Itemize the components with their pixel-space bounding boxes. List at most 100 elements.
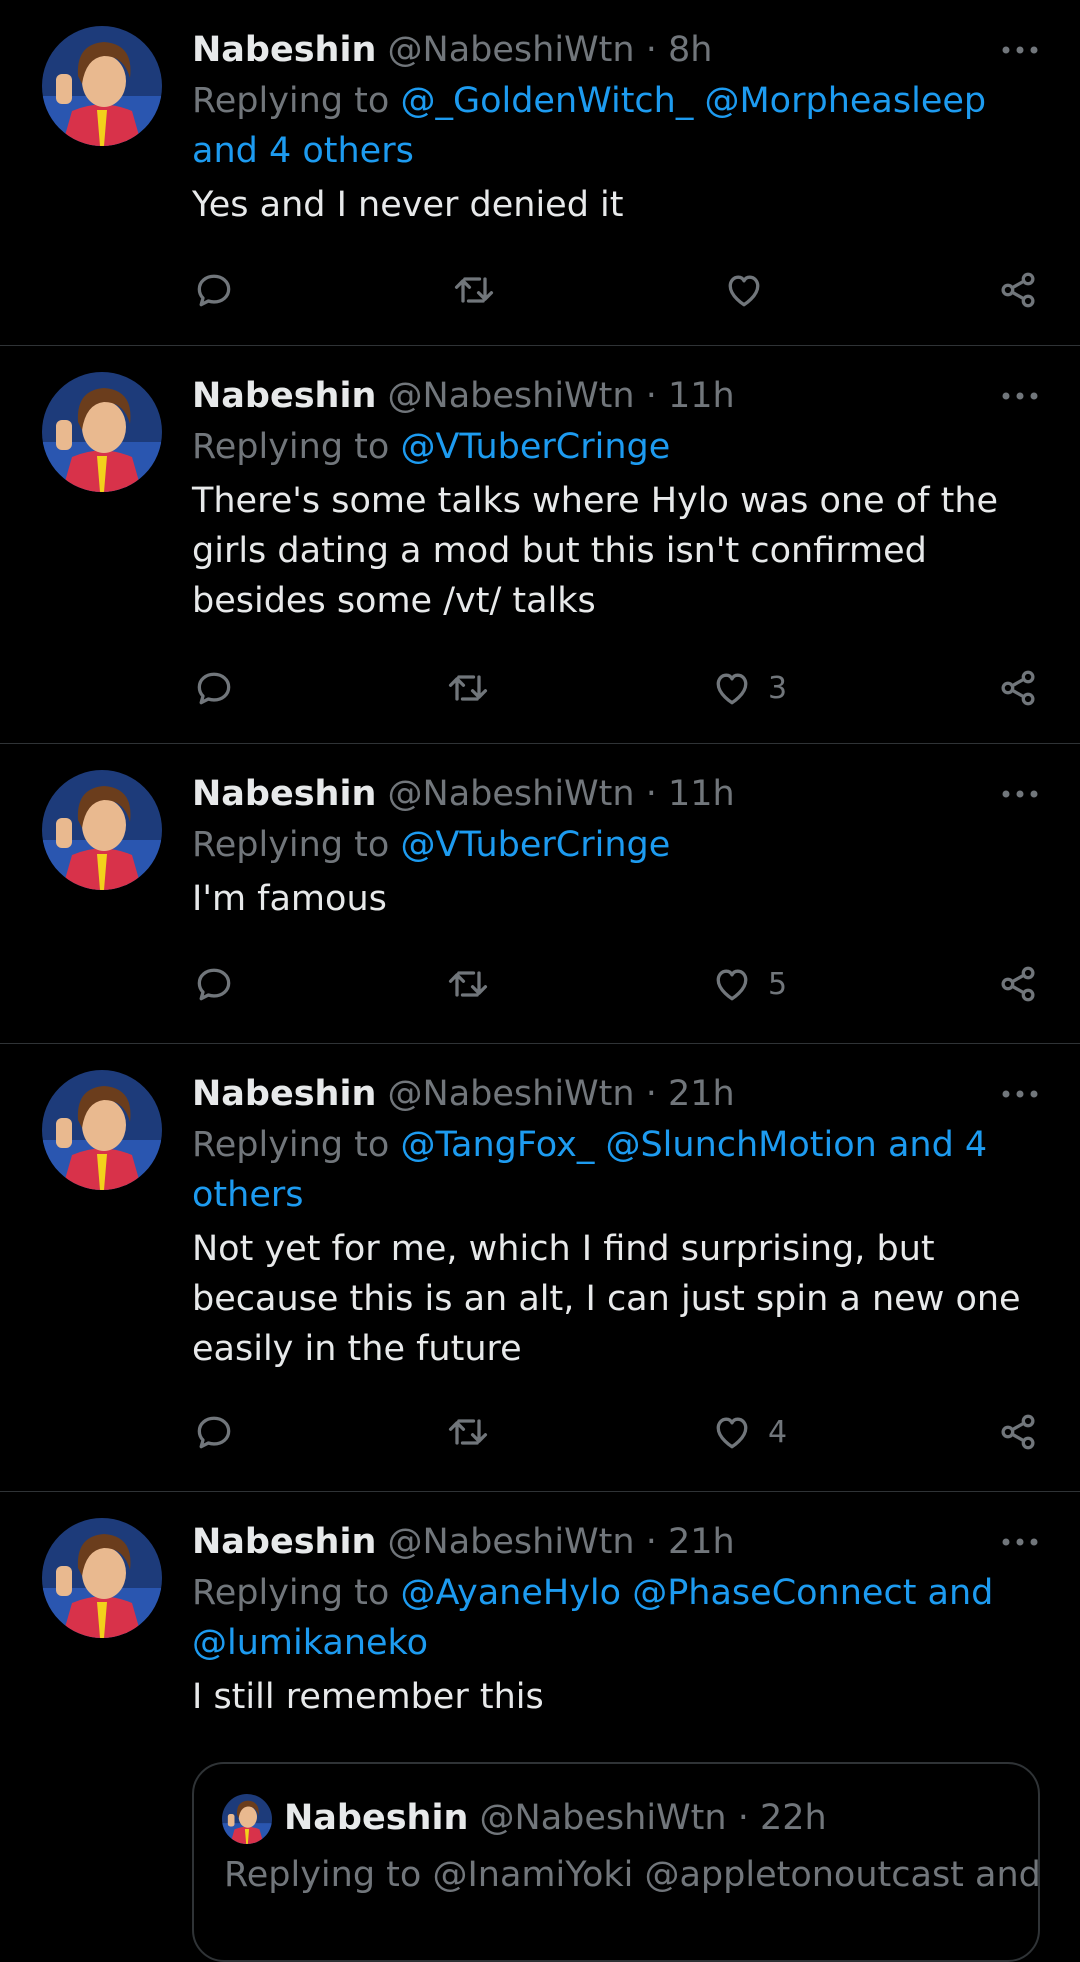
tweet-content: Nabeshin @NabeshiWtn · 21h Replying to @… — [192, 1516, 1040, 1722]
retweet-button[interactable] — [446, 960, 490, 1008]
heart-icon — [716, 969, 748, 1001]
display-name[interactable]: Nabeshin — [192, 1074, 376, 1114]
retweet-button[interactable] — [452, 266, 496, 314]
heart-icon — [728, 275, 760, 307]
replying-to: Replying to @VTuberCringe — [192, 820, 1040, 870]
avatar[interactable] — [42, 26, 162, 146]
more-horizontal-icon — [1002, 790, 1038, 798]
share-button[interactable] — [996, 960, 1040, 1008]
replying-mentions[interactable]: @VTuberCringe — [400, 427, 670, 467]
more-horizontal-icon — [1002, 1538, 1038, 1546]
tweet-content: Nabeshin @NabeshiWtn · 11h Replying to @… — [192, 370, 1040, 626]
like-button[interactable]: 3 — [710, 664, 787, 712]
tweet-header: Nabeshin @NabeshiWtn · 21h — [192, 1068, 1040, 1120]
reply-bubble-icon — [197, 274, 231, 307]
more-options-button[interactable] — [1000, 1524, 1040, 1560]
reply-bubble-icon — [197, 1416, 231, 1449]
display-name[interactable]: Nabeshin — [192, 774, 376, 814]
tweet-header: Nabeshin @NabeshiWtn · 21h — [192, 1516, 1040, 1568]
retweet-icon — [448, 675, 488, 701]
avatar[interactable] — [42, 1070, 162, 1190]
like-count: 4 — [768, 1414, 788, 1450]
tweet-text: Yes and I never denied it — [192, 185, 624, 225]
tweet-text: There's some talks where Hylo was one of… — [192, 481, 999, 621]
replying-prefix: Replying to — [192, 825, 401, 865]
more-horizontal-icon — [1002, 1090, 1038, 1098]
tweet-text: I still remember this — [192, 1677, 544, 1717]
replying-to: Replying to @_GoldenWitch_ @Morpheasleep… — [192, 76, 1040, 176]
like-button[interactable]: 5 — [710, 960, 787, 1008]
like-count: 3 — [768, 670, 788, 706]
tweet-actions — [192, 266, 1040, 314]
quoted-tweet-card[interactable]: Nabeshin @NabeshiWtn · 22h Replying to @… — [192, 1762, 1041, 1962]
replying-to: Replying to @TangFox_ @SlunchMotion and … — [192, 1120, 1040, 1220]
reply-button[interactable] — [192, 960, 236, 1008]
heart-icon — [716, 1417, 748, 1449]
like-button[interactable] — [722, 266, 780, 314]
tweet[interactable]: Nabeshin @NabeshiWtn · 8h Replying to @_… — [0, 0, 1080, 346]
retweet-button[interactable] — [446, 1408, 490, 1456]
more-options-button[interactable] — [1000, 1076, 1040, 1112]
replying-mentions[interactable]: @VTuberCringe — [400, 825, 670, 865]
handle[interactable]: @NabeshiWtn — [388, 1522, 635, 1562]
more-horizontal-icon — [1002, 392, 1038, 400]
share-button[interactable] — [996, 664, 1040, 712]
more-horizontal-icon — [1002, 46, 1038, 54]
avatar[interactable] — [42, 372, 162, 492]
tweet-header: Nabeshin @NabeshiWtn · 11h — [192, 768, 1040, 820]
timestamp[interactable]: · 21h — [646, 1522, 735, 1562]
share-button[interactable] — [996, 266, 1040, 314]
tweet-content: Nabeshin @NabeshiWtn · 21h Replying to @… — [192, 1068, 1040, 1374]
heart-icon — [716, 673, 748, 705]
more-options-button[interactable] — [1000, 378, 1040, 414]
reply-bubble-icon — [197, 672, 231, 705]
reply-button[interactable] — [192, 266, 236, 314]
reply-bubble-icon — [197, 968, 231, 1001]
timestamp[interactable]: · 21h — [646, 1074, 735, 1114]
retweet-icon — [448, 1419, 488, 1445]
tweet-actions: 5 — [192, 960, 1040, 1008]
display-name[interactable]: Nabeshin — [192, 1522, 376, 1562]
replying-prefix: Replying to — [192, 81, 401, 121]
replying-prefix: Replying to — [192, 427, 401, 467]
share-nodes-icon — [1001, 966, 1035, 1002]
quoted-header: Nabeshin @NabeshiWtn · 22h — [284, 1792, 827, 1844]
quoted-timestamp: · 22h — [737, 1798, 827, 1838]
tweet[interactable]: Nabeshin @NabeshiWtn · 11h Replying to @… — [0, 744, 1080, 1044]
like-button[interactable]: 4 — [710, 1408, 787, 1456]
timestamp[interactable]: · 8h — [646, 30, 713, 70]
more-options-button[interactable] — [1000, 776, 1040, 812]
quoted-display-name: Nabeshin — [284, 1798, 469, 1838]
quoted-avatar — [222, 1794, 272, 1844]
tweet-actions: 4 — [192, 1408, 1040, 1456]
timestamp[interactable]: · 11h — [646, 376, 735, 416]
share-nodes-icon — [1001, 272, 1035, 308]
tweet-text: Not yet for me, which I find surprising,… — [192, 1229, 1021, 1369]
tweet[interactable]: Nabeshin @NabeshiWtn · 11h Replying to @… — [0, 346, 1080, 744]
replying-to: Replying to @AyaneHylo @PhaseConnect and… — [192, 1568, 1040, 1668]
tweet-actions: 3 — [192, 664, 1040, 712]
display-name[interactable]: Nabeshin — [192, 376, 376, 416]
timestamp[interactable]: · 11h — [646, 774, 735, 814]
reply-button[interactable] — [192, 664, 236, 712]
quoted-handle: @NabeshiWtn — [479, 1798, 727, 1838]
handle[interactable]: @NabeshiWtn — [388, 1074, 635, 1114]
avatar[interactable] — [42, 1518, 162, 1638]
handle[interactable]: @NabeshiWtn — [388, 30, 635, 70]
retweet-icon — [448, 971, 488, 997]
avatar[interactable] — [42, 770, 162, 890]
tweet-header: Nabeshin @NabeshiWtn · 11h — [192, 370, 1040, 422]
share-button[interactable] — [996, 1408, 1040, 1456]
handle[interactable]: @NabeshiWtn — [388, 774, 635, 814]
tweet-content: Nabeshin @NabeshiWtn · 11h Replying to @… — [192, 768, 1040, 924]
replying-prefix: Replying to — [192, 1125, 401, 1165]
handle[interactable]: @NabeshiWtn — [388, 376, 635, 416]
more-options-button[interactable] — [1000, 32, 1040, 68]
like-count: 5 — [768, 966, 788, 1002]
replying-to: Replying to @VTuberCringe — [192, 422, 1040, 472]
tweet-header: Nabeshin @NabeshiWtn · 8h — [192, 24, 1040, 76]
tweet[interactable]: Nabeshin @NabeshiWtn · 21h Replying to @… — [0, 1044, 1080, 1492]
reply-button[interactable] — [192, 1408, 236, 1456]
retweet-button[interactable] — [446, 664, 490, 712]
display-name[interactable]: Nabeshin — [192, 30, 376, 70]
